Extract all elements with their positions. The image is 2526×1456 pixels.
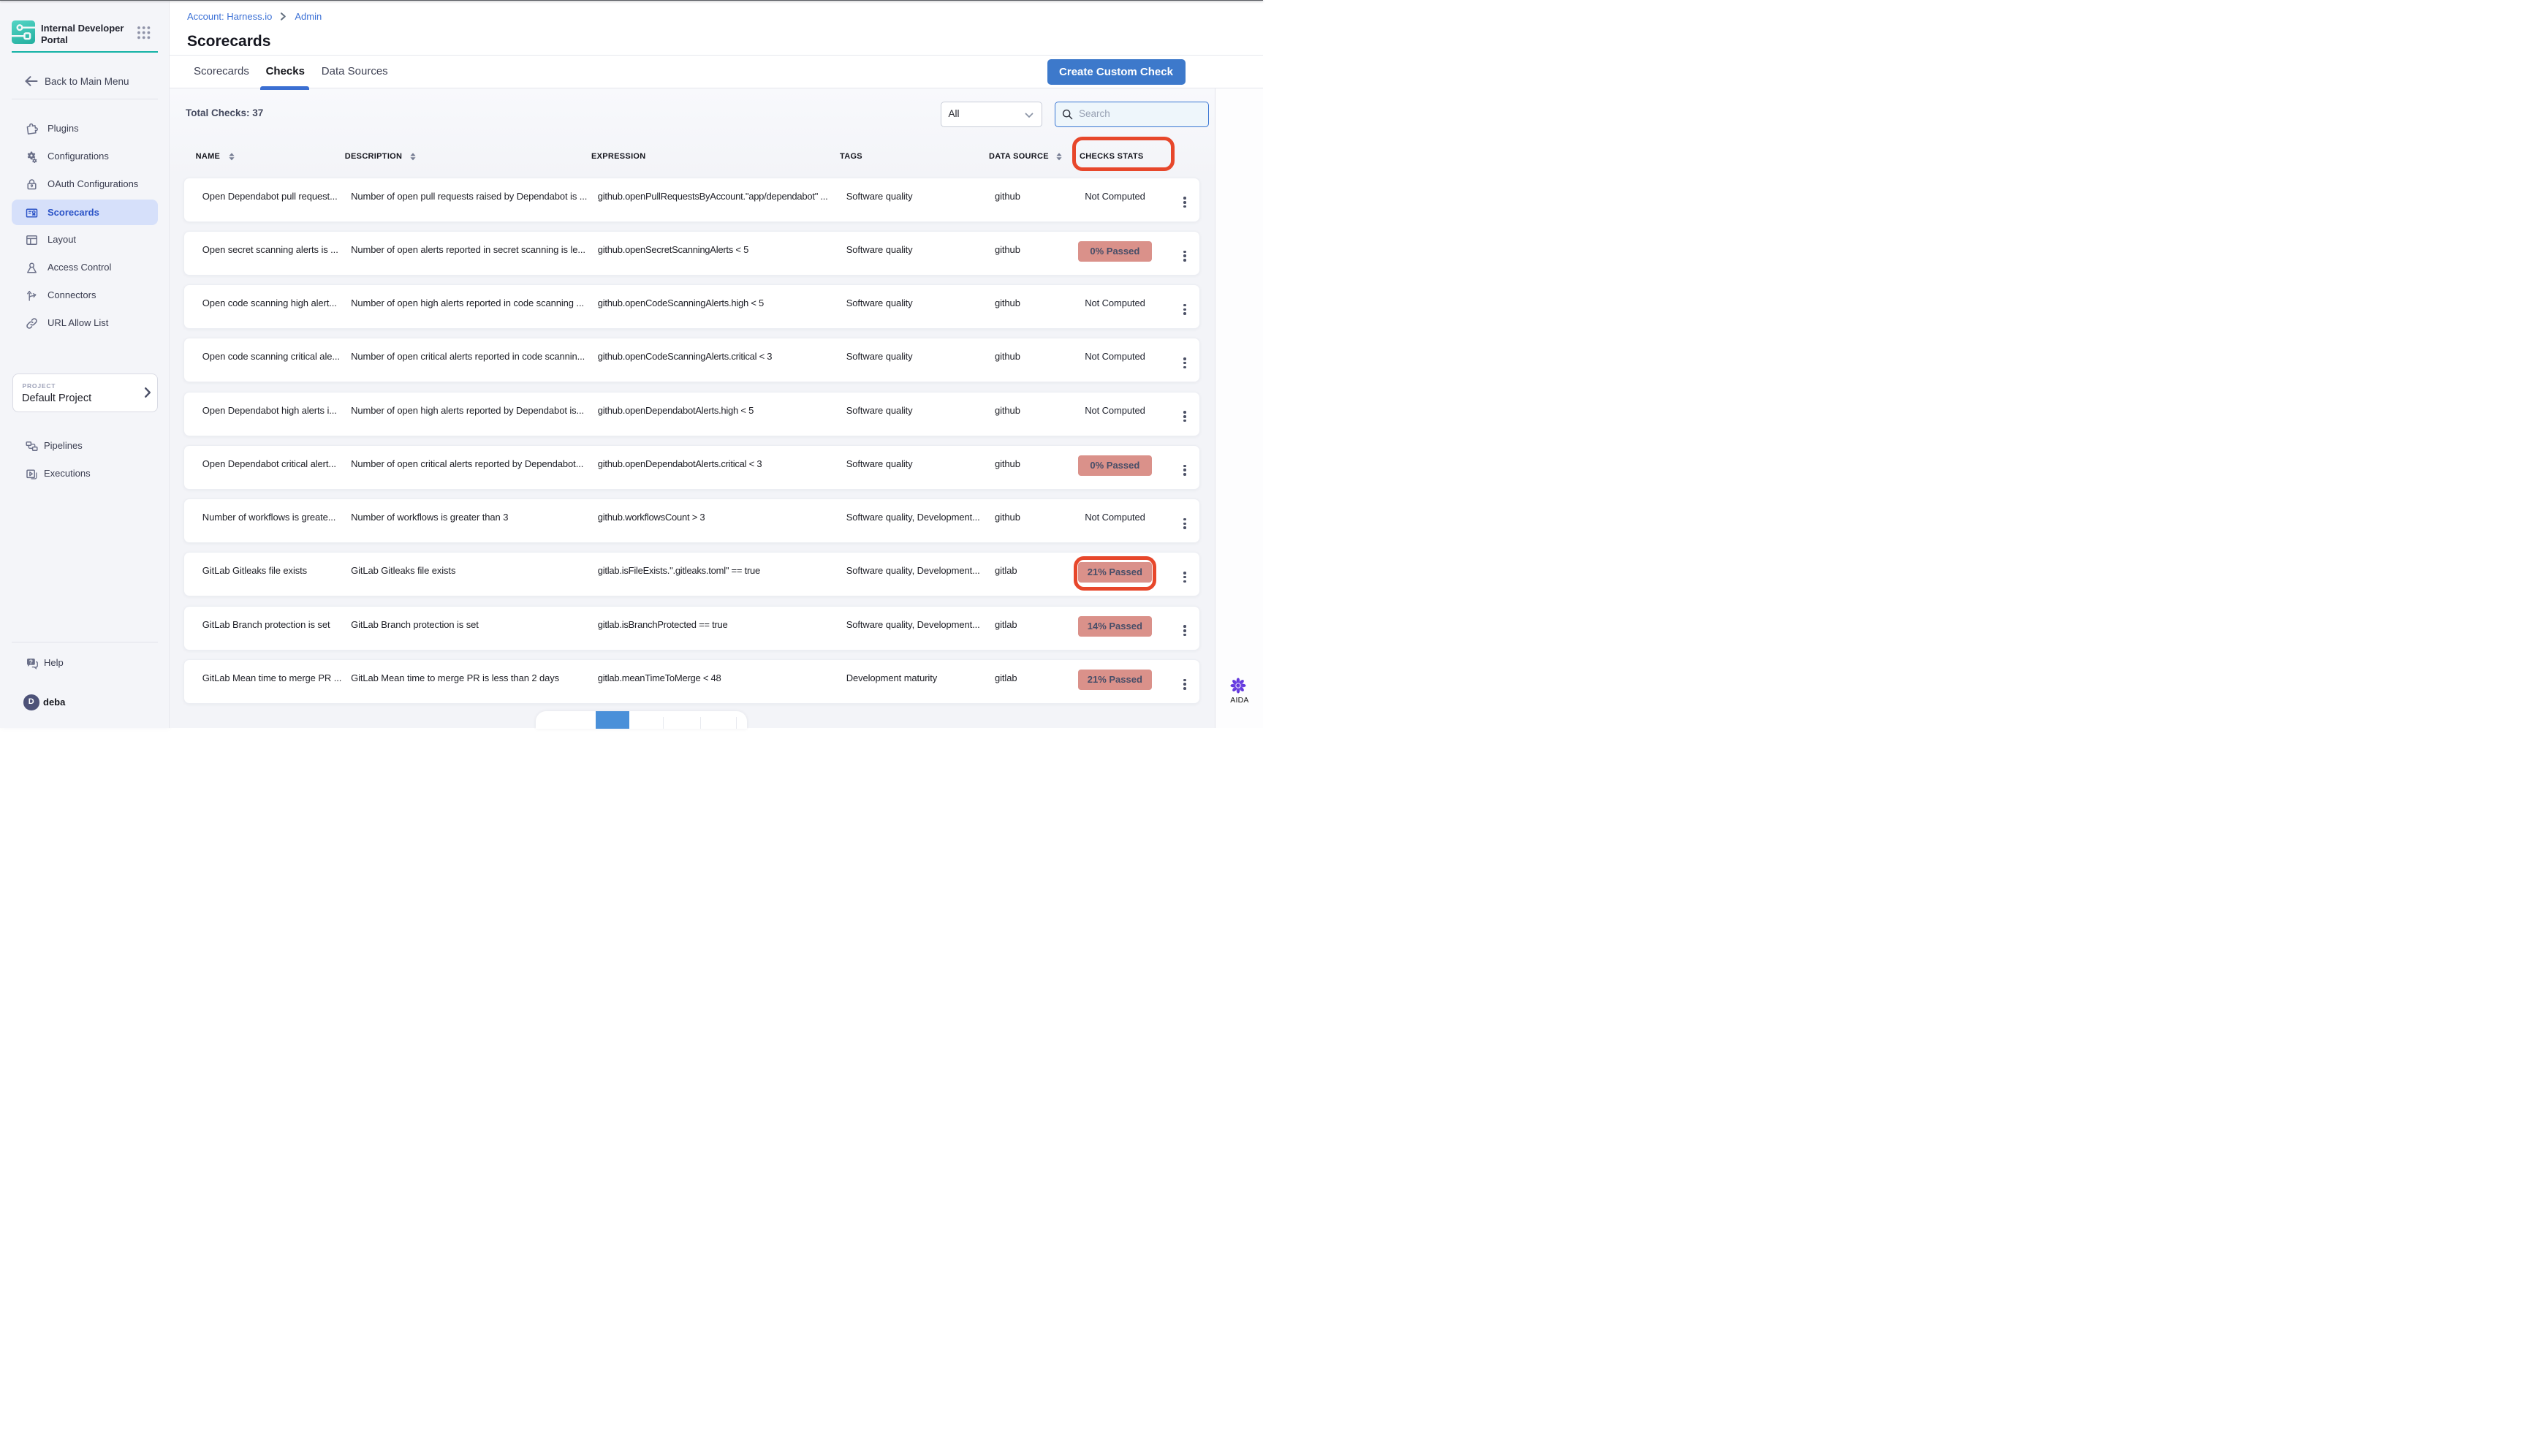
svg-text:?: ?	[29, 658, 33, 665]
